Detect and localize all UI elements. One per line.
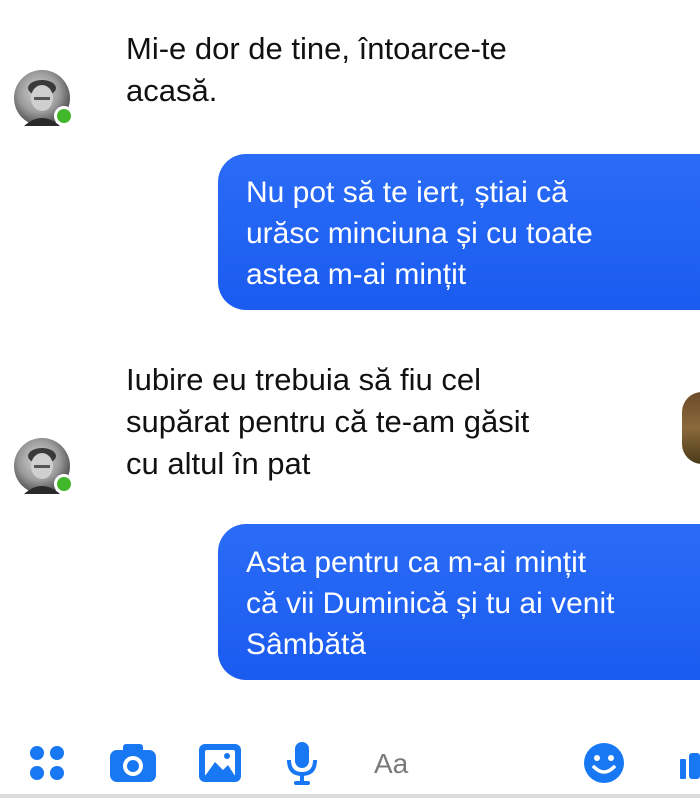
camera-button[interactable] — [106, 738, 160, 788]
apps-icon — [30, 746, 64, 780]
online-status-dot — [54, 106, 74, 126]
contact-avatar[interactable] — [14, 438, 74, 494]
gallery-button[interactable] — [196, 738, 244, 788]
incoming-message: Mi-e dor de tine, întoarce-te acasă. — [126, 31, 507, 108]
chat-screen: Mi-e dor de tine, întoarce-te acasă. Nu … — [0, 0, 700, 798]
emoji-button[interactable] — [580, 738, 628, 788]
like-icon — [680, 753, 700, 779]
outgoing-message: Asta pentru ca m-ai mințit că vii Dumini… — [218, 524, 700, 680]
camera-icon — [110, 744, 156, 782]
incoming-message: Iubire eu trebuia să fiu cel supărat pen… — [126, 362, 530, 481]
outgoing-message: Nu pot să te iert, știai că urăsc minciu… — [218, 154, 700, 310]
gallery-icon — [199, 744, 241, 782]
seen-avatar — [682, 392, 700, 464]
microphone-icon — [287, 742, 317, 785]
emoji-icon — [584, 743, 624, 783]
online-status-dot — [54, 474, 74, 494]
voice-button[interactable] — [282, 738, 322, 788]
contact-avatar[interactable] — [14, 70, 74, 126]
composer-toolbar: Aa — [0, 730, 700, 798]
like-button[interactable] — [676, 738, 700, 788]
apps-button[interactable] — [24, 738, 70, 788]
bottom-divider — [0, 794, 700, 798]
message-input[interactable]: Aa — [374, 748, 408, 780]
